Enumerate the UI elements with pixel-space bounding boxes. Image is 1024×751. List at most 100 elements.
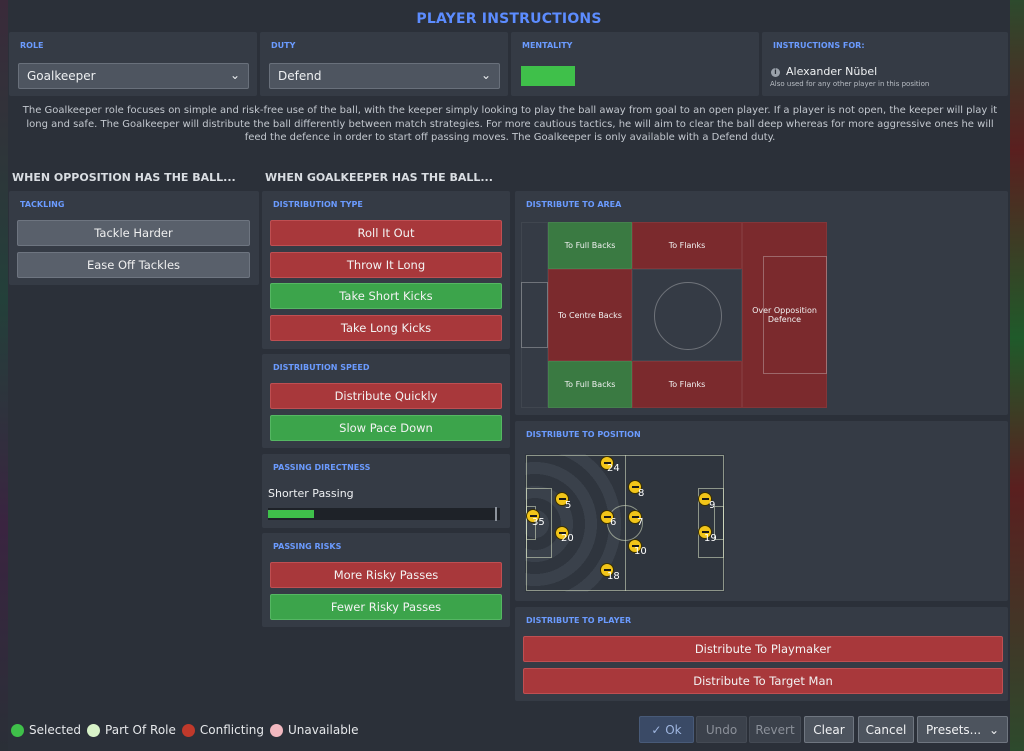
zone-centre-backs[interactable]: To Centre Backs <box>548 269 632 361</box>
player-number: 6 <box>610 517 617 528</box>
distribute-to-area-label: DISTRIBUTE TO AREA <box>526 200 622 209</box>
legend-item-unavailable: Unavailable <box>269 723 359 737</box>
player-number: 24 <box>607 463 620 474</box>
penalty-box-line <box>521 282 548 348</box>
player-number: 35 <box>532 517 545 528</box>
ease-off-tackles-button[interactable]: Ease Off Tackles <box>17 252 250 278</box>
distribute-to-position-label: DISTRIBUTE TO POSITION <box>526 430 641 439</box>
unavailable-dot-icon <box>269 723 283 737</box>
opp-penalty-box-line <box>763 256 827 374</box>
instructions-for-panel: INSTRUCTIONS FOR: i Alexander Nübel Also… <box>762 32 1008 96</box>
zone-full-backs-bottom[interactable]: To Full Backs <box>548 361 632 408</box>
zone-flanks-bottom[interactable]: To Flanks <box>632 361 742 408</box>
player-number: 9 <box>709 500 716 511</box>
more-risky-passes-button[interactable]: More Risky Passes <box>270 562 502 588</box>
distribute-to-playmaker-button[interactable]: Distribute To Playmaker <box>523 636 1003 662</box>
tackle-harder-button[interactable]: Tackle Harder <box>17 220 250 246</box>
player-number: 7 <box>637 517 644 528</box>
presets-button[interactable]: Presets... ⌄ <box>917 716 1008 743</box>
chevron-down-icon: ⌄ <box>988 723 999 737</box>
player-instructions-dialog: PLAYER INSTRUCTIONS ROLE Goalkeeper ⌄ DU… <box>8 0 1010 751</box>
ok-button[interactable]: ✓ Ok <box>639 716 694 743</box>
distribute-to-target-man-button[interactable]: Distribute To Target Man <box>523 668 1003 694</box>
passing-directness-slider[interactable] <box>268 507 500 521</box>
distribution-type-label: DISTRIBUTION TYPE <box>273 200 363 209</box>
position-pitch <box>525 454 725 592</box>
dialog-title: PLAYER INSTRUCTIONS <box>416 11 602 27</box>
revert-button[interactable]: Revert <box>749 716 801 743</box>
tackling-panel: TACKLING Tackle Harder Ease Off Tackles <box>9 191 259 285</box>
info-icon[interactable]: i <box>771 68 780 77</box>
chevron-down-icon: ⌄ <box>229 68 240 82</box>
ok-label: Ok <box>665 723 682 737</box>
legend-label: Selected <box>29 723 82 737</box>
role-select[interactable]: Goalkeeper ⌄ <box>18 63 249 89</box>
distribute-quickly-button[interactable]: Distribute Quickly <box>270 383 502 409</box>
role-label: ROLE <box>20 41 44 50</box>
mentality-indicator <box>521 66 575 86</box>
player-number: 5 <box>565 500 572 511</box>
zone-full-backs-top[interactable]: To Full Backs <box>548 222 632 269</box>
selected-dot-icon <box>11 723 24 737</box>
check-icon: ✓ <box>651 723 666 737</box>
take-short-kicks-button[interactable]: Take Short Kicks <box>270 283 502 309</box>
instructions-player-name: Alexander Nübel <box>786 65 878 78</box>
legend-item-selected: Selected <box>11 723 81 737</box>
passing-directness-panel: PASSING DIRECTNESS Shorter Passing <box>262 454 510 528</box>
distribute-to-player-panel: DISTRIBUTE TO PLAYER Distribute To Playm… <box>515 607 1008 701</box>
mentality-panel: MENTALITY <box>511 32 759 96</box>
duty-panel: DUTY Defend ⌄ <box>260 32 508 96</box>
roll-it-out-button[interactable]: Roll It Out <box>270 220 502 246</box>
area-pitch: To Full Backs To Flanks To Centre Backs … <box>521 222 827 408</box>
centre-circle <box>654 282 722 350</box>
part-of-role-dot-icon <box>87 723 101 737</box>
fewer-risky-passes-button[interactable]: Fewer Risky Passes <box>270 594 502 620</box>
passing-directness-value: Shorter Passing <box>268 487 354 500</box>
undo-button[interactable]: Undo <box>696 716 747 743</box>
slider-fill <box>268 510 315 518</box>
distribute-to-area-panel: DISTRIBUTE TO AREA To Full Backs To Flan… <box>515 191 1008 415</box>
player-number: 10 <box>634 546 647 557</box>
throw-it-long-button[interactable]: Throw It Long <box>270 252 502 278</box>
duty-label: DUTY <box>271 41 296 50</box>
legend: Selected Part Of Role Conflicting Unavai… <box>11 723 365 737</box>
role-value: Goalkeeper <box>27 69 96 83</box>
instructions-note: Also used for any other player in this p… <box>770 80 930 88</box>
player-number: 19 <box>704 533 717 544</box>
chevron-down-icon: ⌄ <box>480 68 491 82</box>
role-panel: ROLE Goalkeeper ⌄ <box>9 32 257 96</box>
slider-handle[interactable] <box>495 507 497 521</box>
player-number: 20 <box>561 533 574 544</box>
passing-risks-label: PASSING RISKS <box>273 542 342 551</box>
tackling-label: TACKLING <box>20 200 65 209</box>
role-description: The Goalkeeper role focuses on simple an… <box>22 105 998 143</box>
background-right <box>1010 0 1024 751</box>
distribute-to-player-label: DISTRIBUTE TO PLAYER <box>526 616 632 625</box>
presets-label: Presets... <box>926 723 982 737</box>
passing-directness-label: PASSING DIRECTNESS <box>273 463 371 472</box>
mentality-label: MENTALITY <box>522 41 573 50</box>
legend-item-conflicting: Conflicting <box>181 723 264 737</box>
legend-label: Unavailable <box>287 723 359 737</box>
distribute-to-position-panel: DISTRIBUTE TO POSITION 24 8 5 6 7 35 20 … <box>515 421 1008 601</box>
goalkeeper-section-heading: WHEN GOALKEEPER HAS THE BALL... <box>265 171 493 184</box>
instructions-for-label: INSTRUCTIONS FOR: <box>773 41 865 50</box>
distribution-speed-label: DISTRIBUTION SPEED <box>273 363 370 372</box>
take-long-kicks-button[interactable]: Take Long Kicks <box>270 315 502 341</box>
zone-midfield <box>632 269 742 361</box>
player-number: 18 <box>607 571 620 582</box>
distribution-type-panel: DISTRIBUTION TYPE Roll It Out Throw It L… <box>262 191 510 349</box>
clear-button[interactable]: Clear <box>804 716 854 743</box>
player-number: 8 <box>638 488 645 499</box>
legend-label: Conflicting <box>199 723 264 737</box>
passing-risks-panel: PASSING RISKS More Risky Passes Fewer Ri… <box>262 533 510 627</box>
zone-flanks-top[interactable]: To Flanks <box>632 222 742 269</box>
distribution-speed-panel: DISTRIBUTION SPEED Distribute Quickly Sl… <box>262 354 510 448</box>
conflicting-dot-icon <box>181 723 195 737</box>
opposition-section-heading: WHEN OPPOSITION HAS THE BALL... <box>12 171 236 184</box>
duty-select[interactable]: Defend ⌄ <box>269 63 500 89</box>
cancel-button[interactable]: Cancel <box>858 716 914 743</box>
legend-label: Part Of Role <box>105 723 176 737</box>
legend-item-part-of-role: Part Of Role <box>87 723 176 737</box>
slow-pace-down-button[interactable]: Slow Pace Down <box>270 415 502 441</box>
